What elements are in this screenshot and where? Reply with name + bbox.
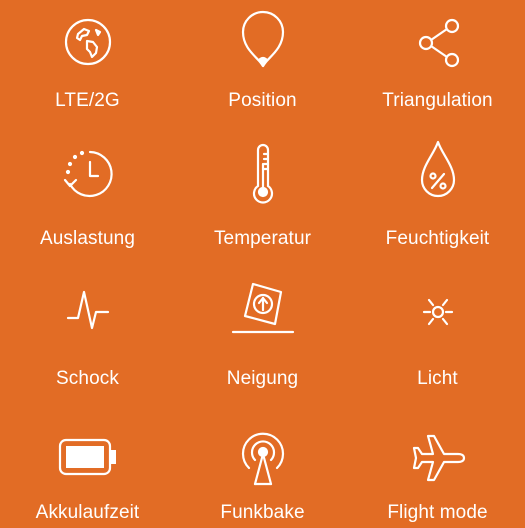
thermometer-icon: [231, 140, 295, 204]
feature-licht: Licht: [350, 264, 525, 396]
feature-label: Akkulaufzeit: [35, 502, 140, 523]
feature-label: Feuchtigkeit: [385, 228, 490, 249]
radio-beacon-icon: [231, 422, 295, 486]
feature-label: Licht: [417, 368, 458, 389]
location-pin-icon: [231, 4, 295, 68]
globe-icon: [56, 10, 120, 74]
feature-schock: Schock: [0, 264, 175, 396]
feature-label: Flight mode: [387, 502, 488, 523]
feature-label: Schock: [56, 368, 119, 389]
feature-label: LTE/2G: [55, 90, 120, 111]
share-nodes-icon: [406, 12, 470, 76]
pulse-wave-icon: [56, 278, 120, 342]
feature-label: Temperatur: [213, 228, 312, 249]
feature-feuchtigkeit: Feuchtigkeit: [350, 132, 525, 264]
humidity-drop-icon: [406, 136, 470, 200]
battery-icon: [56, 426, 120, 490]
feature-position: Position: [175, 0, 350, 132]
airplane-icon: [406, 426, 470, 490]
feature-label: Auslastung: [39, 228, 135, 249]
tilt-icon: [231, 278, 295, 342]
feature-label: Neigung: [226, 368, 299, 389]
feature-label: Funkbake: [220, 502, 305, 523]
feature-flight-mode: Flight mode: [350, 396, 525, 528]
feature-akkulaufzeit: Akkulaufzeit: [0, 396, 175, 528]
feature-neigung: Neigung: [175, 264, 350, 396]
clock-refresh-icon: [56, 140, 120, 204]
light-sun-icon: [406, 278, 470, 342]
feature-auslastung: Auslastung: [0, 132, 175, 264]
feature-triangulation: Triangulation: [350, 0, 525, 132]
feature-funkbake: Funkbake: [175, 396, 350, 528]
feature-grid: LTE/2G Position Triangulation Auslastung…: [0, 0, 525, 528]
feature-label: Triangulation: [382, 90, 493, 111]
feature-label: Position: [228, 90, 297, 111]
feature-temperatur: Temperatur: [175, 132, 350, 264]
feature-lte: LTE/2G: [0, 0, 175, 132]
